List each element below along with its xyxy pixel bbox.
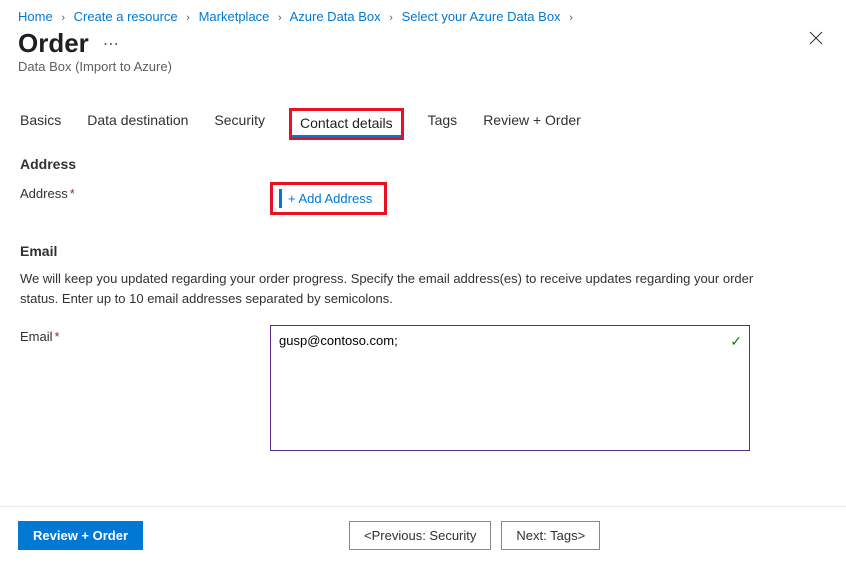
breadcrumb-marketplace[interactable]: Marketplace xyxy=(199,9,270,24)
breadcrumb-select-data-box[interactable]: Select your Azure Data Box xyxy=(402,9,561,24)
email-field-label: Email* xyxy=(20,325,270,344)
address-section-title: Address xyxy=(20,156,826,172)
add-address-button[interactable]: + Add Address xyxy=(279,189,378,208)
chevron-right-icon: › xyxy=(569,12,573,24)
review-order-button[interactable]: Review + Order xyxy=(18,521,143,550)
email-help-text: We will keep you updated regarding your … xyxy=(20,269,760,309)
close-icon[interactable] xyxy=(808,30,828,50)
email-input[interactable] xyxy=(270,325,750,451)
chevron-right-icon: › xyxy=(61,12,65,24)
required-indicator: * xyxy=(70,186,75,201)
footer-bar: Review + Order <Previous: Security Next:… xyxy=(0,506,846,564)
tab-security[interactable]: Security xyxy=(212,108,267,140)
address-field-label: Address* xyxy=(20,182,270,201)
chevron-right-icon: › xyxy=(389,12,393,24)
tab-basics[interactable]: Basics xyxy=(18,108,63,140)
tab-contact-details[interactable]: Contact details xyxy=(289,108,404,140)
previous-button[interactable]: <Previous: Security xyxy=(349,521,491,550)
required-indicator: * xyxy=(55,329,60,344)
breadcrumb: Home › Create a resource › Marketplace ›… xyxy=(0,0,846,24)
page-title: Order xyxy=(18,28,89,59)
breadcrumb-create-resource[interactable]: Create a resource xyxy=(74,9,178,24)
tab-tags[interactable]: Tags xyxy=(426,108,460,140)
add-address-highlight: + Add Address xyxy=(270,182,387,215)
tabs: Basics Data destination Security Contact… xyxy=(0,78,846,140)
next-button[interactable]: Next: Tags> xyxy=(501,521,600,550)
chevron-right-icon: › xyxy=(186,12,190,24)
breadcrumb-azure-data-box[interactable]: Azure Data Box xyxy=(290,9,381,24)
email-section-title: Email xyxy=(20,243,826,259)
chevron-right-icon: › xyxy=(278,12,282,24)
tab-review-order[interactable]: Review + Order xyxy=(481,108,583,140)
more-options-icon[interactable]: ⋯ xyxy=(103,34,120,54)
breadcrumb-home[interactable]: Home xyxy=(18,9,53,24)
checkmark-icon: ✓ xyxy=(730,333,742,350)
tab-data-destination[interactable]: Data destination xyxy=(85,108,190,140)
page-subtitle: Data Box (Import to Azure) xyxy=(0,59,846,78)
